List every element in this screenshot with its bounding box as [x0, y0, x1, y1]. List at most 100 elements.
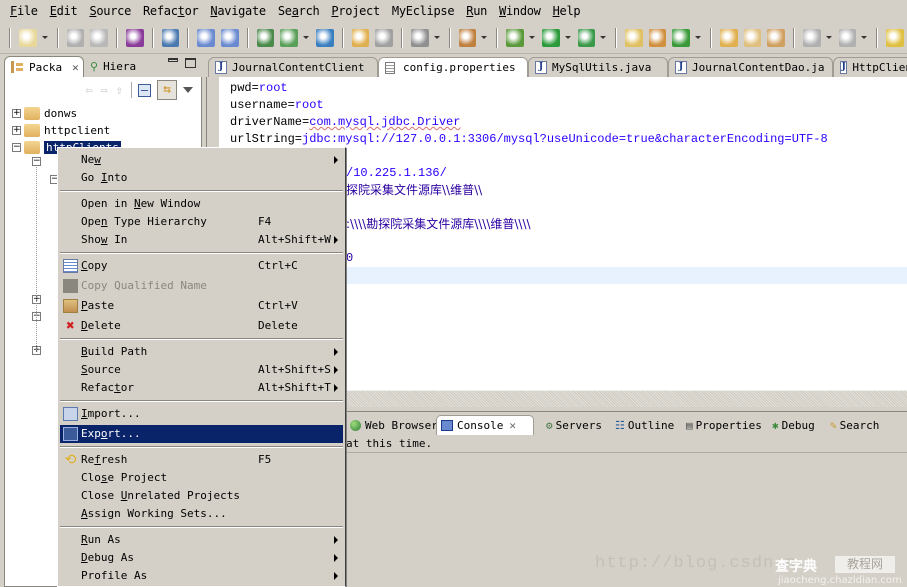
back-icon[interactable]: ⇦	[85, 83, 92, 97]
context-menu-item-source[interactable]: Source Alt+Shift+S	[60, 361, 343, 379]
manage-deployments-icon[interactable]	[220, 28, 239, 47]
add-deployment-icon[interactable]	[197, 28, 215, 47]
tab-package-explorer[interactable]: Packa ✕	[4, 56, 84, 77]
editor-tab-mysqlutils[interactable]: J MySqlUtils.java	[528, 57, 668, 77]
menu-refactor[interactable]: Refactor	[137, 0, 204, 22]
context-menu-item-assign-working-sets[interactable]: Assign Working Sets...	[60, 505, 343, 523]
collapse-all-icon[interactable]	[138, 83, 151, 97]
dropdown-arrow-icon[interactable]	[695, 36, 702, 39]
tab-hierarchy[interactable]: ⚲ Hiera	[84, 56, 159, 77]
back-icon[interactable]	[886, 28, 905, 47]
link-with-editor-icon[interactable]: ⇆	[157, 80, 177, 100]
menu-navigate[interactable]: Navigate	[204, 0, 271, 22]
context-menu-item-paste[interactable]: Paste Ctrl+V	[60, 297, 343, 315]
collapse-icon[interactable]: −	[32, 157, 41, 166]
run-icon[interactable]	[541, 28, 560, 47]
menu-project[interactable]: Project	[325, 0, 386, 22]
dropdown-arrow-icon[interactable]	[481, 36, 488, 39]
browser-icon[interactable]	[315, 28, 334, 47]
menu-source[interactable]: Source	[83, 0, 137, 22]
previous-annotation-icon[interactable]	[838, 28, 857, 47]
new-java-class-icon[interactable]	[648, 28, 667, 47]
dropdown-arrow-icon[interactable]	[861, 36, 868, 39]
menu-item-shortcut: Alt+Shift+T	[258, 381, 331, 394]
external-tools-icon[interactable]	[577, 28, 596, 47]
menu-window[interactable]: Window	[493, 0, 547, 22]
context-menu-item-open-in-new-window[interactable]: Open in New Window	[60, 195, 343, 213]
view-menu-icon[interactable]	[183, 87, 193, 93]
context-menu-item-refactor[interactable]: Refactor Alt+Shift+T	[60, 379, 343, 397]
tab-web-browser[interactable]: Web Browser	[346, 415, 442, 435]
context-menu-item-go-into[interactable]: Go Into	[60, 169, 343, 187]
print-icon[interactable]	[90, 28, 108, 47]
save-icon[interactable]	[66, 28, 85, 47]
context-menu-item-close-unrelated-projects[interactable]: Close Unrelated Projects	[60, 487, 343, 505]
open-type-icon[interactable]	[351, 28, 370, 47]
new-java-package-icon[interactable]	[625, 28, 643, 47]
context-menu-item-refresh[interactable]: ⟲ Refresh F5	[60, 451, 343, 469]
tab-console[interactable]: Console ✕	[436, 415, 534, 435]
context-menu-item-copy[interactable]: Copy Ctrl+C	[60, 257, 343, 275]
open-task-icon[interactable]	[375, 28, 393, 47]
tab-servers[interactable]: ⚙ Servers	[542, 415, 606, 435]
expand-icon[interactable]: +	[12, 108, 21, 118]
dropdown-arrow-icon[interactable]	[433, 36, 440, 39]
editor-tab-config-properties[interactable]: config.properties	[378, 57, 528, 77]
dropdown-arrow-icon[interactable]	[528, 36, 535, 39]
expand-icon[interactable]: +	[12, 125, 21, 135]
tree-item-donws[interactable]: + donws	[12, 104, 77, 122]
minimize-icon[interactable]	[168, 58, 178, 62]
up-icon[interactable]: ⇧	[116, 83, 123, 97]
context-menu-item-copy-qualified-name: Copy Qualified Name	[60, 277, 343, 295]
forward-icon[interactable]: ⇨	[101, 83, 108, 97]
context-menu-item-delete[interactable]: ✖ Delete Delete	[60, 317, 343, 335]
tab-outline[interactable]: ☷ Outline	[611, 415, 678, 435]
context-menu-item-close-project[interactable]: Close Project	[60, 469, 343, 487]
context-menu-item-export[interactable]: Export...	[60, 425, 343, 443]
debug-icon[interactable]	[506, 28, 524, 47]
menu-file[interactable]: File	[4, 0, 44, 22]
menu-help[interactable]: Help	[547, 0, 587, 22]
web-services-icon[interactable]	[161, 28, 180, 47]
menu-run[interactable]: Run	[460, 0, 493, 22]
context-menu-item-build-path[interactable]: Build Path	[60, 343, 343, 361]
dropdown-arrow-icon[interactable]	[600, 36, 607, 39]
tab-properties[interactable]: ▤ Properties	[682, 415, 766, 435]
context-menu-item-new[interactable]: New	[60, 151, 343, 169]
open-project-icon[interactable]	[767, 28, 786, 47]
close-tab-icon[interactable]: ✕	[72, 61, 79, 74]
tab-search[interactable]: ✎ Search	[826, 415, 883, 435]
menu-search[interactable]: Search	[272, 0, 326, 22]
close-tab-icon[interactable]: ✕	[509, 419, 516, 432]
tab-debug[interactable]: ✱ Debug	[768, 415, 819, 435]
editor-tab-journalcontentclient[interactable]: J JournalContentClient	[208, 57, 378, 77]
pencil-icon[interactable]	[743, 28, 762, 47]
menu-edit[interactable]: Edit	[44, 0, 84, 22]
open-folder-icon[interactable]	[720, 28, 738, 47]
menu-myeclipse[interactable]: MyEclipse	[386, 0, 460, 22]
dropdown-arrow-icon[interactable]	[302, 36, 309, 39]
editor-tab-journalcontentdao[interactable]: J JournalContentDao.ja	[668, 57, 833, 77]
dropdown-arrow-icon[interactable]	[825, 36, 832, 39]
new-wizard-icon[interactable]	[19, 28, 37, 47]
dropdown-arrow-icon[interactable]	[41, 36, 48, 39]
new-bean-icon[interactable]	[458, 28, 477, 47]
new-server-icon[interactable]	[256, 28, 275, 47]
context-menu-item-profile-as[interactable]: Profile As	[60, 567, 343, 585]
next-annotation-icon[interactable]	[803, 28, 821, 47]
code-line: 0	[346, 251, 354, 265]
context-menu-item-debug-as[interactable]: Debug As	[60, 549, 343, 567]
collapse-icon[interactable]: −	[12, 142, 21, 152]
context-menu-item-show-in[interactable]: Show In Alt+Shift+W	[60, 231, 343, 249]
tree-item-httpclient[interactable]: + httpclient	[12, 121, 110, 139]
context-menu-item-run-as[interactable]: Run As	[60, 531, 343, 549]
editor-tab-httpclient[interactable]: J HttpClien	[833, 57, 907, 77]
new-class-icon[interactable]	[672, 28, 691, 47]
new-ejb-project-icon[interactable]	[125, 28, 144, 47]
context-menu-item-open-type-hierarchy[interactable]: Open Type Hierarchy F4	[60, 213, 343, 231]
screenshot-icon[interactable]	[410, 28, 429, 47]
maximize-icon[interactable]	[185, 58, 196, 68]
context-menu-item-import[interactable]: Import...	[60, 405, 343, 423]
run-server-icon[interactable]	[280, 28, 298, 47]
dropdown-arrow-icon[interactable]	[564, 36, 571, 39]
